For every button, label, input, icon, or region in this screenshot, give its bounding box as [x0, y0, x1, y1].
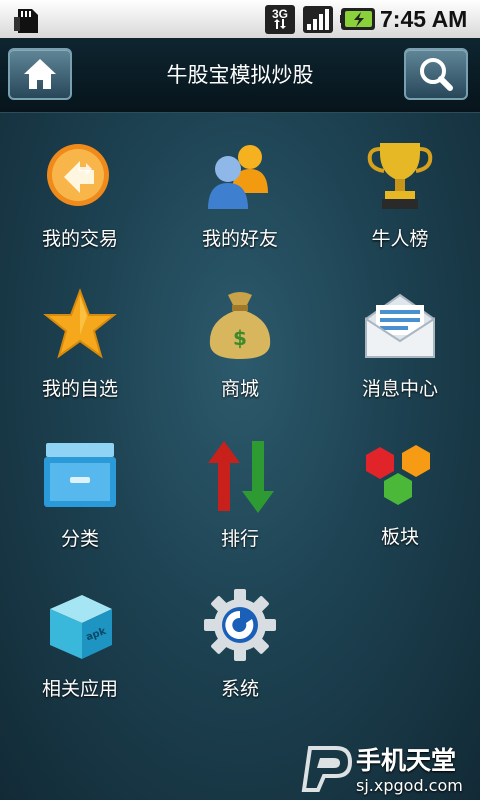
menu-item-leaderboard[interactable]: 牛人榜 — [320, 127, 480, 277]
signal-icon — [303, 6, 333, 33]
menu-item-label: 板块 — [380, 526, 419, 548]
menu-item-label: 商城 — [220, 378, 259, 400]
menu-grid: 我的交易 我的好友 牛人榜 我的自选 $ 商城 消息中心 分类 排行 板块 ap… — [0, 112, 480, 712]
menu-item-label: 相关应用 — [41, 678, 118, 700]
menu-item-label: 我的好友 — [201, 228, 278, 250]
menu-item-label: 系统 — [220, 678, 259, 700]
watermark-logo-icon — [301, 746, 353, 792]
apk-box-icon: apk — [50, 595, 112, 659]
menu-item-ranking[interactable]: 排行 — [160, 427, 320, 577]
trade-arrows-icon — [47, 144, 109, 206]
watermark-url: sj.xpgod.com — [356, 776, 463, 795]
menu-item-label: 我的自选 — [41, 378, 118, 400]
status-bar: 3G 7:45 AM — [0, 0, 480, 39]
trophy-icon — [367, 143, 433, 209]
menu-item-categories[interactable]: 分类 — [0, 427, 160, 577]
3g-label: 3G — [272, 7, 288, 21]
up-down-arrows-icon — [208, 441, 274, 513]
blocks-icon — [366, 445, 430, 505]
envelope-icon — [365, 293, 435, 358]
menu-item-my-trades[interactable]: 我的交易 — [0, 127, 160, 277]
battery-charging-icon — [340, 8, 375, 30]
sd-card-icon — [14, 9, 38, 33]
search-button[interactable] — [404, 48, 468, 100]
page-title: 牛股宝模拟炒股 — [166, 63, 314, 87]
menu-item-my-friends[interactable]: 我的好友 — [160, 127, 320, 277]
3g-data-icon: 3G — [265, 5, 295, 34]
menu-item-system[interactable]: 系统 — [160, 577, 320, 727]
home-icon — [24, 59, 56, 89]
svg-text:$: $ — [233, 326, 247, 350]
menu-item-label: 消息中心 — [361, 378, 438, 400]
status-time: 7:45 AM — [380, 6, 468, 32]
friends-icon — [208, 145, 268, 209]
menu-item-label: 分类 — [60, 528, 99, 550]
watermark-title: 手机天堂 — [356, 746, 457, 775]
menu-item-mall[interactable]: $ 商城 — [160, 277, 320, 427]
drawer-icon — [44, 443, 116, 507]
menu-item-label: 我的交易 — [41, 228, 118, 250]
home-button[interactable] — [8, 48, 72, 100]
menu-item-my-watchlist[interactable]: 我的自选 — [0, 277, 160, 427]
menu-item-message-center[interactable]: 消息中心 — [320, 277, 480, 427]
menu-item-sectors[interactable]: 板块 — [320, 427, 480, 577]
settings-gear-icon — [204, 589, 276, 661]
star-icon — [43, 288, 117, 359]
money-bag-icon: $ — [209, 292, 271, 359]
search-icon — [420, 58, 453, 91]
menu-item-label: 排行 — [220, 528, 259, 550]
menu-item-label: 牛人榜 — [371, 228, 429, 250]
menu-item-related-apps[interactable]: apk 相关应用 — [0, 577, 160, 727]
app-header: 牛股宝模拟炒股 — [0, 38, 480, 113]
